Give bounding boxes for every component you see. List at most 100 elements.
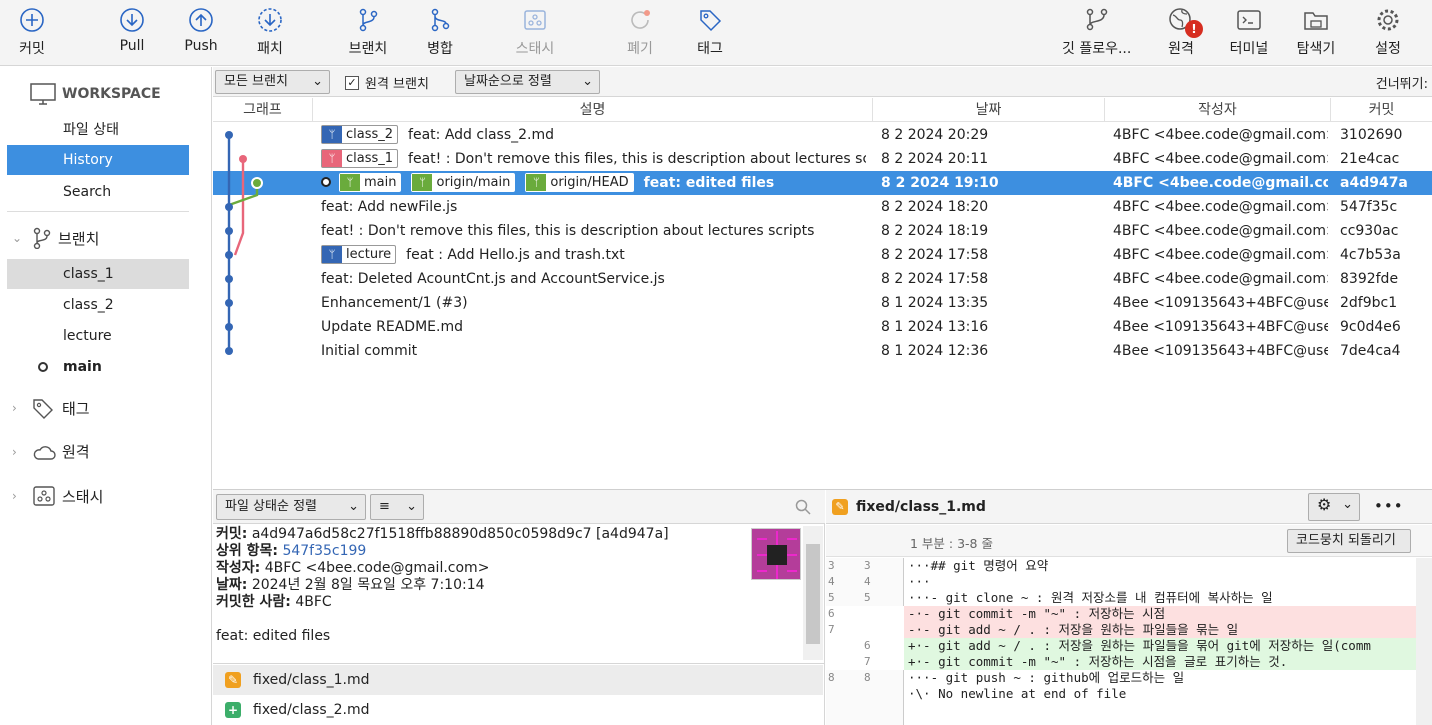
terminal-button[interactable]: 터미널 <box>1229 0 1269 66</box>
commit-row[interactable]: ᛘ class_1 feat! : Don't remove this files,… <box>213 147 1432 171</box>
chevron-down-icon: ⌄ <box>1342 497 1353 512</box>
diff-line: ·\· No newline at end of file <box>908 686 1127 701</box>
diff-file-name: fixed/class_1.md <box>856 499 986 515</box>
branch-tag[interactable]: ᛘ main <box>339 172 402 192</box>
explorer-button[interactable]: 탐색기 <box>1296 0 1336 66</box>
branch-tag[interactable]: ᛘ class_1 <box>321 148 399 168</box>
sidebar-item-history[interactable]: History <box>7 145 189 175</box>
col-author[interactable]: 작성자 <box>1105 98 1331 122</box>
commit-button[interactable]: 커밋 <box>12 0 52 66</box>
branch-icon: ᛘ <box>340 173 360 191</box>
sidebar-section-tags[interactable]: › 태그 <box>12 397 90 419</box>
chevron-down-icon: ⌄ <box>582 74 593 89</box>
chevron-right-icon: › <box>12 401 17 415</box>
tag-icon <box>690 0 730 36</box>
view-mode-dropdown[interactable]: ≡ ⌄ <box>370 494 424 520</box>
workspace-header: WORKSPACE <box>30 83 161 105</box>
patch-icon <box>250 0 290 36</box>
branch-button[interactable]: 브랜치 <box>348 0 388 66</box>
commit-row-selected[interactable]: ᛘ main ᛘ origin/main ᛘ origin/HEAD feat: edite… <box>213 171 1432 195</box>
col-graph[interactable]: 그래프 <box>213 98 313 122</box>
diff-line: 3 3 ···## git 명령어 요약 <box>828 558 1049 573</box>
branch-icon: ᛘ <box>322 149 342 167</box>
branch-tag[interactable]: ᛘ class_2 <box>321 124 399 144</box>
arrow-up-circle-icon <box>181 0 221 36</box>
pull-button[interactable]: Pull <box>112 0 152 66</box>
commit-row[interactable]: feat! : Don't remove this files, this is… <box>213 219 1432 243</box>
tag-button[interactable]: 태그 <box>690 0 730 66</box>
sidebar-item-file-status[interactable]: 파일 상태 <box>7 115 189 145</box>
sidebar-branch-class_2[interactable]: class_2 <box>7 290 189 320</box>
diff-scrollbar[interactable] <box>1416 558 1432 725</box>
chevron-down-icon: ⌄ <box>406 499 417 514</box>
sidebar-section-branches[interactable]: ⌄ 브랜치 <box>12 227 99 249</box>
file-item[interactable]: ✎ fixed/class_1.md <box>213 665 823 695</box>
settings-button[interactable]: 설정 <box>1368 0 1408 66</box>
added-icon: + <box>225 702 241 718</box>
stash-icon <box>33 486 55 506</box>
branch-filter-dropdown[interactable]: 모든 브랜치 ⌄ <box>215 70 330 94</box>
discard-icon <box>620 0 660 36</box>
search-icon[interactable] <box>795 499 811 515</box>
sort-dropdown[interactable]: 날짜순으로 정렬 ⌄ <box>455 70 600 94</box>
discard-button[interactable]: 폐기 <box>620 0 660 66</box>
commit-row[interactable]: Enhancement/1 (#3) 8 1 2024 13:35 4Bee <… <box>213 291 1432 315</box>
chevron-down-icon: ⌄ <box>348 499 359 514</box>
tag-icon <box>33 399 53 419</box>
diff-line-removed: 7 -·- git add ~ / . : 저장을 원하는 파일들을 묶는 일 <box>826 622 1432 638</box>
sidebar-branch-main[interactable]: main <box>7 352 189 382</box>
details-scrollbar[interactable] <box>803 526 823 660</box>
commit-row[interactable]: feat: Add newFile.js 8 2 2024 18:20 4BFC… <box>213 195 1432 219</box>
more-options-button[interactable]: ••• <box>1374 497 1404 515</box>
divider <box>7 211 189 212</box>
push-button[interactable]: Push <box>181 0 221 66</box>
sidebar: WORKSPACE 파일 상태 History Search ⌄ 브랜치 cla… <box>0 67 212 725</box>
file-item[interactable]: + fixed/class_2.md <box>213 695 823 725</box>
sidebar-branch-class_1[interactable]: class_1 <box>7 259 189 289</box>
branch-tag[interactable]: ᛘ lecture <box>321 244 397 264</box>
commit-row[interactable]: Update README.md 8 1 2024 13:16 4Bee <10… <box>213 315 1432 339</box>
file-sort-dropdown[interactable]: 파일 상태순 정렬 ⌄ <box>216 494 366 520</box>
sidebar-section-remotes[interactable]: › 원격 <box>12 441 90 462</box>
remote-head-tag[interactable]: ᛘ origin/HEAD <box>525 172 634 192</box>
terminal-icon <box>1229 0 1269 36</box>
scrollbar-thumb[interactable] <box>806 544 820 644</box>
branch-icon: ᛘ <box>322 245 342 263</box>
col-commit[interactable]: 커밋 <box>1331 98 1432 122</box>
diff-toolbar: ✎ fixed/class_1.md ⚙ ⌄ ••• <box>826 490 1432 524</box>
commit-row[interactable]: feat: Deleted AcountCnt.js and AccountSe… <box>213 267 1432 291</box>
toolbar: 커밋 Pull Push 패치 브랜치 병합 스태시 폐기 태그 깃 플로우..… <box>0 0 1432 66</box>
head-indicator-icon <box>321 177 331 187</box>
gitflow-button[interactable]: 깃 플로우... <box>1062 0 1131 66</box>
remote-branch-checkbox[interactable]: ✓ 원격 브랜치 <box>345 73 429 92</box>
diff-line-added: 6 +·- git add ~ / . : 저장을 원하는 파일들을 묶어 git… <box>826 638 1432 654</box>
warning-badge: ! <box>1185 20 1203 38</box>
sidebar-item-search[interactable]: Search <box>7 177 189 207</box>
merge-button[interactable]: 병합 <box>420 0 460 66</box>
commit-row[interactable]: Initial commit 8 1 2024 12:36 4Bee <1091… <box>213 339 1432 363</box>
stash-button[interactable]: 스태시 <box>515 0 555 66</box>
gear-icon: ⚙ <box>1317 495 1332 514</box>
gear-icon <box>1368 0 1408 36</box>
sidebar-branch-lecture[interactable]: lecture <box>7 321 189 351</box>
sidebar-section-stash[interactable]: › 스태시 <box>12 485 103 507</box>
commit-details-pane: 파일 상태순 정렬 ⌄ ≡ ⌄ 커밋: a4d947a6d58c27f1518ffb… <box>213 490 825 725</box>
branch-icon <box>33 227 51 249</box>
remote-branch-tag[interactable]: ᛘ origin/main <box>411 172 516 192</box>
col-description[interactable]: 설명 <box>313 98 873 122</box>
branch-icon: ᛘ <box>322 125 342 143</box>
diff-settings-button[interactable]: ⚙ ⌄ <box>1308 493 1360 521</box>
commit-hash: a4d947a6d58c27f1518ffb88890d850c0598d9c7… <box>251 526 669 542</box>
head-dot-icon <box>38 362 48 372</box>
remote-button[interactable]: ! 원격 <box>1161 0 1203 66</box>
commit-row[interactable]: ᛘ class_2 feat: Add class_2.md 8 2 2024 20… <box>213 123 1432 147</box>
diff-line: 5 5 ···- git clone ~ : 원격 저장소를 내 컴퓨터에 복사하는… <box>828 590 1273 605</box>
diff-line: 4 4 ··· <box>828 574 931 589</box>
modified-icon: ✎ <box>225 672 241 688</box>
revert-hunk-button[interactable]: 코드뭉치 되돌리기 <box>1287 529 1411 553</box>
commit-row[interactable]: ᛘ lecture feat : Add Hello.js and trash.tx… <box>213 243 1432 267</box>
commit-list: ᛘ class_2 feat: Add class_2.md 8 2 2024 20… <box>213 123 1432 488</box>
patch-button[interactable]: 패치 <box>250 0 290 66</box>
parent-link[interactable]: 547f35c199 <box>282 543 366 559</box>
col-date[interactable]: 날짜 <box>873 98 1105 122</box>
